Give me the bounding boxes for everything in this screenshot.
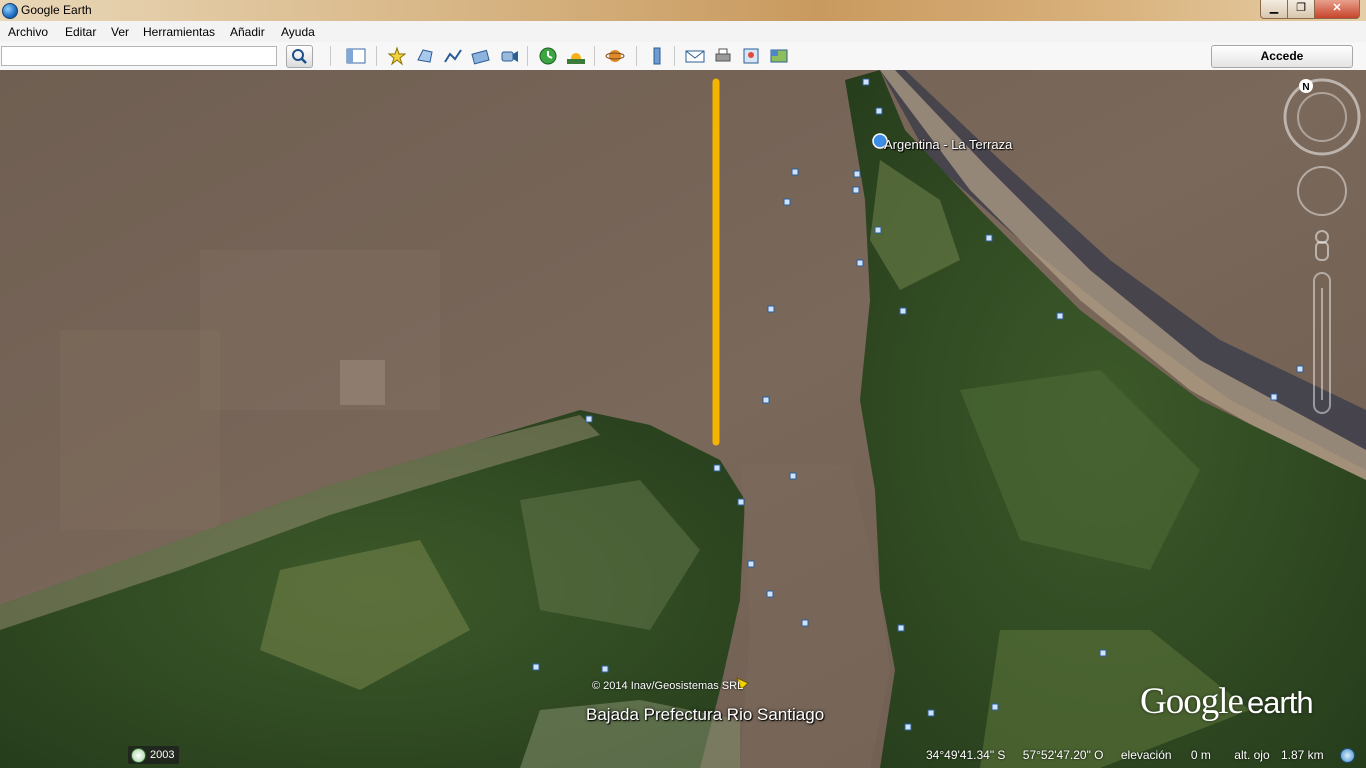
planets-button[interactable]: [605, 46, 627, 66]
clock-icon: [131, 748, 146, 763]
menu-archivo[interactable]: Archivo: [8, 25, 48, 39]
streaming-status-icon: [1340, 748, 1355, 763]
longitude: 57°52'47.20" O: [1022, 748, 1104, 762]
satellite-imagery: N: [0, 70, 1366, 768]
google-earth-icon: [2, 3, 18, 19]
elevation-value: 0 m: [1190, 748, 1211, 762]
sunlight-icon: [567, 53, 585, 64]
view-maps-icon: [770, 49, 788, 63]
eye-altitude-label: alt. ojo: [1234, 748, 1270, 762]
menu-anadir[interactable]: Añadir: [230, 25, 265, 39]
search-button[interactable]: [286, 45, 313, 68]
menu-herramientas[interactable]: Herramientas: [143, 25, 215, 39]
toolbar-separator: [330, 46, 331, 66]
close-button[interactable]: ✕: [1314, 0, 1360, 19]
menu-ver[interactable]: Ver: [111, 25, 129, 39]
minimize-button[interactable]: ▁: [1260, 0, 1288, 19]
historical-imagery-button[interactable]: [537, 46, 559, 66]
map-view[interactable]: N Argentina - La Terraza © 2014 Inav/Geo…: [0, 70, 1366, 768]
search-icon: [292, 49, 307, 64]
maximize-button[interactable]: ❐: [1287, 0, 1315, 19]
search-input[interactable]: [1, 46, 277, 66]
compass-north-label: N: [1302, 82, 1309, 93]
view-maps-button[interactable]: [768, 46, 790, 66]
toolbar: Accede: [0, 42, 1366, 71]
save-image-button[interactable]: [740, 46, 762, 66]
sidebar-toggle-button[interactable]: [345, 46, 367, 66]
status-bar: 2003 34°49'41.34" S 57°52'47.20" O eleva…: [0, 743, 1366, 768]
record-tour-button[interactable]: [498, 46, 520, 66]
sidebar-toggle-icon: [346, 48, 366, 64]
imagery-year: 2003: [150, 749, 175, 761]
toolbar-separator: [674, 46, 675, 66]
title-bar: Google Earth ▁ ❐ ✕: [0, 0, 1366, 21]
toolbar-separator: [527, 46, 528, 66]
menu-bar: Archivo Editar Ver Herramientas Añadir A…: [0, 21, 1366, 42]
print-button[interactable]: [712, 46, 734, 66]
add-placemark-button[interactable]: [386, 46, 408, 66]
window-title: Google Earth: [21, 3, 92, 17]
historical-imagery-date[interactable]: 2003: [128, 746, 180, 764]
menu-editar[interactable]: Editar: [65, 25, 96, 39]
print-icon: [715, 48, 731, 62]
sunlight-button[interactable]: [565, 46, 587, 66]
path-add-icon: [444, 49, 462, 63]
eye-altitude-value: 1.87 km: [1280, 748, 1324, 762]
historical-imagery-icon: [539, 47, 557, 65]
ruler-button[interactable]: [646, 46, 668, 66]
toolbar-separator: [636, 46, 637, 66]
add-polygon-button[interactable]: [414, 46, 436, 66]
logo-earth-text: earth: [1246, 685, 1314, 720]
google-earth-logo: Google earth: [1140, 680, 1314, 723]
overlay-add-icon: [471, 49, 490, 65]
tour-record-icon: [501, 51, 518, 62]
coordinates-readout: 34°49'41.34" S 57°52'47.20" O elevación …: [926, 748, 1338, 762]
email-icon: [685, 50, 705, 63]
elevation-label: elevación: [1120, 748, 1172, 762]
latitude: 34°49'41.34" S: [926, 748, 1006, 762]
add-overlay-button[interactable]: [470, 46, 492, 66]
menu-ayuda[interactable]: Ayuda: [281, 25, 315, 39]
sign-in-button[interactable]: Accede: [1211, 45, 1353, 68]
place-label[interactable]: Bajada Prefectura Rio Santiago: [586, 705, 824, 725]
placemark-label[interactable]: Argentina - La Terraza: [884, 137, 1012, 152]
imagery-copyright: © 2014 Inav/Geosistemas SRL: [592, 680, 744, 692]
save-image-icon: [743, 48, 759, 64]
planets-icon: [605, 50, 625, 62]
add-path-button[interactable]: [442, 46, 464, 66]
toolbar-separator: [376, 46, 377, 66]
logo-google-text: Google: [1140, 681, 1244, 722]
email-button[interactable]: [684, 46, 706, 66]
toolbar-separator: [594, 46, 595, 66]
polygon-add-icon: [417, 49, 433, 63]
ruler-icon: [653, 47, 661, 65]
placemark-add-icon: [387, 46, 407, 66]
